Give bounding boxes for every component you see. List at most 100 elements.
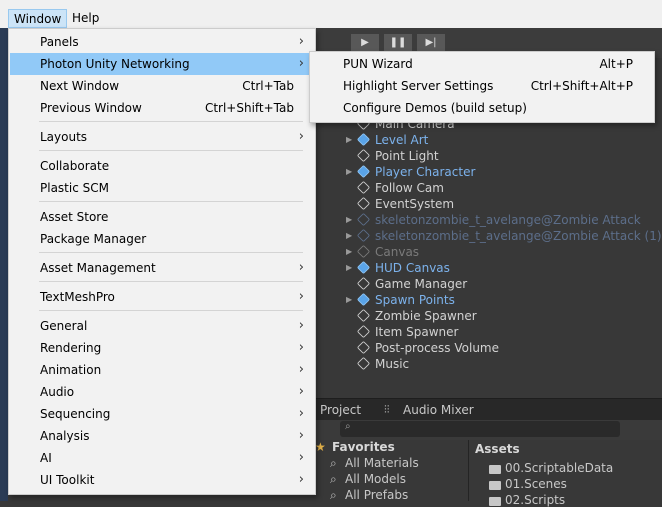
chevron-right-icon: › — [298, 428, 304, 443]
folder-icon — [489, 465, 501, 474]
menu-item-label: Package Manager — [40, 232, 147, 246]
asset-folder[interactable]: 00.ScriptableData — [505, 461, 613, 475]
hierarchy-row[interactable]: ▶ skeletonzombie_t_avelange@Zombie Attack… — [312, 228, 662, 244]
menu-item-analysis[interactable]: Analysis › — [10, 425, 314, 447]
menu-item-label: Analysis — [40, 429, 90, 443]
hierarchy-row[interactable]: Game Manager — [312, 276, 662, 292]
folder-icon — [489, 481, 501, 490]
play-icon[interactable]: ▶ — [351, 34, 379, 52]
hierarchy-row[interactable]: ▶ Level Art — [312, 132, 662, 148]
asset-folder[interactable]: 02.Scripts — [505, 493, 565, 507]
hierarchy-row[interactable]: Post-process Volume — [312, 340, 662, 356]
expand-arrow-icon[interactable]: ▶ — [346, 164, 352, 180]
menu-item-sequencing[interactable]: Sequencing › — [10, 403, 314, 425]
menu-separator — [39, 121, 303, 122]
chevron-right-icon: › — [298, 384, 304, 399]
hierarchy-row[interactable]: ▶ Spawn Points — [312, 292, 662, 308]
menu-item-photon-unity-networking[interactable]: Photon Unity Networking › — [10, 53, 314, 75]
expand-arrow-icon[interactable]: ▶ — [346, 292, 352, 308]
expand-arrow-icon[interactable]: ▶ — [346, 260, 352, 276]
menu-item-highlight-server-settings[interactable]: Highlight Server Settings Ctrl+Shift+Alt+… — [311, 75, 653, 97]
menu-item-configure-demos-build-setup-[interactable]: Configure Demos (build setup) — [311, 97, 653, 119]
audio-mixer-icon: ⫶⫶ — [384, 403, 390, 416]
chevron-right-icon: › — [298, 450, 304, 465]
expand-arrow-icon[interactable]: ▶ — [346, 132, 352, 148]
menu-item-label: Previous Window — [40, 101, 142, 115]
menu-item-layouts[interactable]: Layouts › — [10, 126, 314, 148]
menu-separator — [39, 310, 303, 311]
menu-item-general[interactable]: General › — [10, 315, 314, 337]
menu-item-animation[interactable]: Animation › — [10, 359, 314, 381]
hierarchy-row[interactable]: EventSystem — [312, 196, 662, 212]
hierarchy-label: Music — [375, 357, 410, 371]
hierarchy-row[interactable]: Follow Cam — [312, 180, 662, 196]
tab-project[interactable]: Project — [320, 399, 361, 421]
menu-item-label: Audio — [40, 385, 75, 399]
hierarchy-row[interactable]: Item Spawner — [312, 324, 662, 340]
menu-help[interactable]: Help — [67, 9, 104, 28]
hierarchy-label: Level Art — [375, 133, 429, 147]
favorite-item[interactable]: All Prefabs — [345, 488, 408, 502]
menu-item-collaborate[interactable]: Collaborate — [10, 155, 314, 177]
expand-arrow-icon[interactable]: ▶ — [346, 228, 352, 244]
menu-item-label: PUN Wizard — [343, 57, 413, 71]
chevron-right-icon: › — [298, 318, 304, 333]
menu-item-textmeshpro[interactable]: TextMeshPro › — [10, 286, 314, 308]
hierarchy-row[interactable]: ▶ skeletonzombie_t_avelange@Zombie Attack — [312, 212, 662, 228]
shortcut-label: Ctrl+Shift+Tab — [204, 101, 294, 115]
menu-item-next-window[interactable]: Next Window Ctrl+Tab — [10, 75, 314, 97]
shortcut-label: Ctrl+Shift+Alt+P — [530, 79, 633, 93]
hierarchy-row[interactable]: Zombie Spawner — [312, 308, 662, 324]
gameobject-cube-icon — [356, 308, 371, 323]
menu-separator — [39, 201, 303, 202]
favorite-item[interactable]: All Models — [345, 472, 406, 486]
menu-item-package-manager[interactable]: Package Manager — [10, 228, 314, 250]
tab-audio-mixer[interactable]: Audio Mixer — [403, 399, 474, 421]
menu-item-label: TextMeshPro — [40, 290, 115, 304]
chevron-right-icon: › — [298, 406, 304, 421]
hierarchy-row[interactable]: Point Light — [312, 148, 662, 164]
hierarchy-row[interactable]: Music — [312, 356, 662, 372]
expand-arrow-icon[interactable]: ▶ — [346, 212, 352, 228]
menu-item-label: Asset Store — [40, 210, 109, 224]
menu-item-rendering[interactable]: Rendering › — [10, 337, 314, 359]
menu-item-asset-store[interactable]: Asset Store — [10, 206, 314, 228]
menu-item-plastic-scm[interactable]: Plastic SCM — [10, 177, 314, 199]
search-icon: ⌕ — [330, 472, 337, 486]
chevron-right-icon: › — [298, 362, 304, 377]
menu-item-pun-wizard[interactable]: PUN Wizard Alt+P — [311, 53, 653, 75]
menu-item-audio[interactable]: Audio › — [10, 381, 314, 403]
step-icon[interactable]: ▶| — [417, 34, 445, 52]
chevron-right-icon: › — [298, 56, 304, 71]
menu-item-ai[interactable]: AI › — [10, 447, 314, 469]
hierarchy-label: Follow Cam — [375, 181, 444, 195]
hierarchy-label: Zombie Spawner — [375, 309, 477, 323]
favorite-item[interactable]: All Materials — [345, 456, 419, 470]
menu-item-asset-management[interactable]: Asset Management › — [10, 257, 314, 279]
menu-item-label: Animation — [40, 363, 102, 377]
hierarchy-label: Canvas — [375, 245, 420, 259]
hierarchy-row[interactable]: ▶ Canvas — [312, 244, 662, 260]
pause-icon[interactable]: ❚❚ — [384, 34, 412, 52]
project-search-input[interactable]: ⌕ — [340, 421, 620, 437]
chevron-right-icon: › — [298, 472, 304, 487]
menu-item-label: Highlight Server Settings — [343, 79, 494, 93]
hierarchy-label: skeletonzombie_t_avelange@Zombie Attack — [375, 213, 641, 227]
expand-arrow-icon[interactable]: ▶ — [346, 244, 352, 260]
menu-separator — [39, 150, 303, 151]
menu-item-previous-window[interactable]: Previous Window Ctrl+Shift+Tab — [10, 97, 314, 119]
menu-item-label: Photon Unity Networking — [40, 57, 190, 71]
menu-item-panels[interactable]: Panels › — [10, 31, 314, 53]
chevron-right-icon: › — [298, 289, 304, 304]
gameobject-cube-icon — [356, 244, 371, 259]
favorites-panel: ★ Favorites ⌕ All Materials ⌕ All Models… — [312, 440, 462, 502]
favorites-header[interactable]: Favorites — [332, 440, 395, 454]
hierarchy-row[interactable]: ▶ HUD Canvas — [312, 260, 662, 276]
hierarchy-row[interactable]: ▶ Player Character — [312, 164, 662, 180]
asset-folder[interactable]: 01.Scenes — [505, 477, 567, 491]
scene-view[interactable] — [0, 28, 8, 501]
menu-item-ui-toolkit[interactable]: UI Toolkit › — [10, 469, 314, 491]
menu-item-label: Sequencing — [40, 407, 111, 421]
menu-window[interactable]: Window — [8, 9, 68, 28]
hierarchy-label: Player Character — [375, 165, 476, 179]
